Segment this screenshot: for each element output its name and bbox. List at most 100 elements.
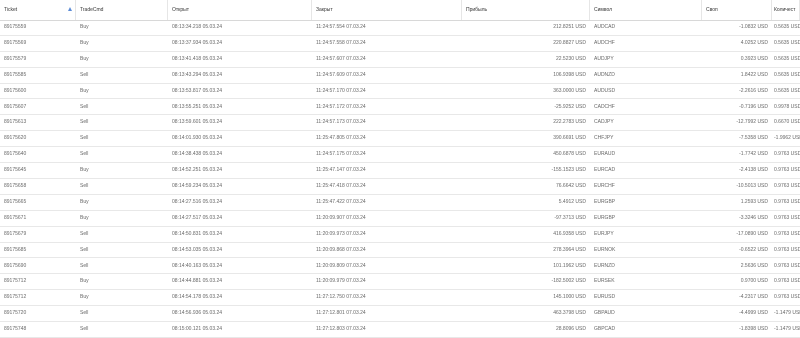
quantity-cell: 0.9763 USD: [774, 183, 800, 189]
ticket-cell: 89175640: [4, 151, 27, 158]
opened-cell: 08:14:52.251 05.03.24: [172, 167, 223, 174]
table-row[interactable]: 89175559 Buy 08:13:34.218 05.03.24 11:24:57…: [0, 20, 800, 36]
opened-cell: 08:14:44.881 05.03.24: [172, 278, 223, 285]
profit-cell: 220.8827 USD: [553, 39, 586, 46]
tradecmd-cell: Buy: [80, 39, 89, 46]
swap-cell: -0.6522 USD: [739, 246, 768, 253]
profit-cell: 28.8096 USD: [555, 326, 586, 333]
tradecmd-cell: Sell: [80, 71, 89, 78]
ticket-cell: 89175620: [4, 135, 27, 142]
table-row[interactable]: 89175712 Buy 08:14:44.881 05.03.24 11:20:09…: [0, 274, 800, 291]
table-row[interactable]: 89175607 Sell 08:13:55.251 05.03.24 11:24:5…: [0, 100, 800, 116]
profit-cell: 450.6878 USD: [553, 151, 586, 158]
closed-cell: 11:25:47.147 07.03.24: [316, 167, 366, 174]
table-row[interactable]: 89175613 Sell 08:13:59.601 05.03.24 11:24:5…: [0, 115, 800, 132]
column-header-tradecmd[interactable]: TradeCmd: [76, 0, 168, 20]
tradecmd-cell: Sell: [80, 246, 89, 253]
closed-cell: 11:24:57.609 07.03.24: [316, 71, 366, 78]
closed-cell: 11:20:09.809 07.03.24: [316, 262, 366, 269]
table-row[interactable]: 89175640 Sell 08:14:38.438 05.03.24 11:24:5…: [0, 147, 800, 164]
tradecmd-cell: Sell: [80, 183, 89, 189]
swap-cell: -2.2616 USD: [739, 87, 768, 94]
symbol-cell: EURJPY: [594, 230, 614, 237]
table-row[interactable]: 89175685 Sell 08:14:53.035 05.03.24 11:20:0…: [0, 243, 800, 259]
quantity-cell: 0.5635 USD: [774, 87, 800, 94]
sort-ascending-icon[interactable]: [68, 7, 72, 11]
ticket-cell: 89175685: [4, 246, 27, 253]
ticket-cell: 89175658: [4, 183, 27, 189]
profit-cell: 212.8251 USD: [553, 24, 586, 30]
column-header-ticket[interactable]: Ticket: [0, 0, 76, 20]
symbol-cell: CADJPY: [594, 119, 614, 126]
profit-cell: -182.5002 USD: [551, 278, 586, 285]
symbol-cell: EURAUD: [594, 151, 616, 158]
table-row[interactable]: 89175645 Buy 08:14:52.251 05.03.24 11:25:47…: [0, 163, 800, 179]
column-header-swap[interactable]: Своп: [702, 0, 772, 20]
table-row[interactable]: 89175712 Buy 08:14:54.178 05.03.24 11:27:12…: [0, 290, 800, 307]
closed-cell: 11:24:57.558 07.03.24: [316, 39, 366, 46]
tradecmd-cell: Sell: [80, 262, 89, 269]
quantity-cell: 0.9763 USD: [774, 246, 800, 253]
column-header-symbol[interactable]: Символ: [590, 0, 702, 20]
table-row[interactable]: 89175690 Sell 08:14:40.163 05.03.24 11:20:0…: [0, 259, 800, 275]
ticket-cell: 89175720: [4, 310, 27, 317]
column-header-profit[interactable]: Прибыль: [462, 0, 590, 20]
quantity-cell: 0.5635 USD: [774, 24, 800, 30]
swap-cell: -7.5358 USD: [739, 135, 768, 142]
quantity-cell: 0.9763 USD: [774, 262, 800, 269]
table-row[interactable]: 89175720 Sell 08:14:56.936 05.03.24 11:27:1…: [0, 306, 800, 323]
profit-cell: 76.6642 USD: [555, 183, 586, 189]
tradecmd-cell: Buy: [80, 167, 89, 174]
symbol-cell: AUDUSD: [594, 87, 616, 94]
opened-cell: 08:13:59.601 05.03.24: [172, 119, 223, 126]
opened-cell: 08:14:27.516 05.03.24: [172, 198, 223, 205]
ticket-cell: 89175600: [4, 87, 27, 94]
ticket-cell: 89175679: [4, 230, 27, 237]
table-row[interactable]: 89175658 Sell 08:14:59.234 05.03.24 11:25:4…: [0, 179, 800, 195]
column-header-quantity[interactable]: Количест: [772, 0, 800, 20]
symbol-cell: AUDNZD: [594, 71, 615, 78]
opened-cell: 08:14:40.163 05.03.24: [172, 262, 223, 269]
ticket-cell: 89175712: [4, 294, 27, 301]
swap-cell: -2.4138 USD: [739, 167, 768, 174]
quantity-cell: 0.9763 USD: [774, 294, 800, 301]
ticket-cell: 89175579: [4, 55, 27, 62]
quantity-cell: 0.5635 USD: [774, 39, 800, 46]
opened-cell: 08:15:00.121 05.03.24: [172, 326, 223, 333]
opened-cell: 08:13:41.418 05.03.24: [172, 55, 223, 62]
quantity-cell: 0.6670 USD: [774, 119, 800, 126]
swap-cell: -1.7742 USD: [739, 151, 768, 158]
swap-cell: 4.0252 USD: [740, 39, 768, 46]
opened-cell: 08:14:38.438 05.03.24: [172, 151, 223, 158]
tradecmd-cell: Sell: [80, 310, 89, 317]
table-row[interactable]: 89175579 Buy 08:13:41.418 05.03.24 11:24:57…: [0, 52, 800, 68]
swap-cell: -3.3246 USD: [739, 214, 768, 221]
swap-cell: -17.0890 USD: [736, 230, 768, 237]
closed-cell: 11:27:12.750 07.03.24: [316, 294, 366, 301]
column-header-opened[interactable]: Открыт: [168, 0, 312, 20]
ticket-cell: 89175569: [4, 39, 27, 46]
closed-cell: 11:24:57.170 07.03.24: [316, 87, 366, 94]
quantity-cell: 0.9763 USD: [774, 278, 800, 285]
table-row[interactable]: 89175600 Buy 08:13:53.817 05.03.24 11:24:57…: [0, 84, 800, 100]
swap-cell: -4.4999 USD: [739, 310, 768, 317]
table-row[interactable]: 89175569 Buy 08:13:37.934 05.03.24 11:24:57…: [0, 36, 800, 52]
swap-cell: -10.5013 USD: [736, 183, 768, 189]
profit-cell: 101.1962 USD: [553, 262, 586, 269]
opened-cell: 08:14:53.035 05.03.24: [172, 246, 223, 253]
profit-cell: 5.4912 USD: [558, 198, 586, 205]
tradecmd-cell: Sell: [80, 135, 89, 142]
ticket-cell: 89175607: [4, 103, 27, 110]
table-row[interactable]: 89175679 Sell 08:14:50.831 05.03.24 11:20:0…: [0, 227, 800, 243]
table-row[interactable]: 89175665 Buy 08:14:27.516 05.03.24 11:25:47…: [0, 195, 800, 211]
column-header-closed[interactable]: Закрыт: [312, 0, 462, 20]
symbol-cell: EURGBP: [594, 198, 616, 205]
table-row[interactable]: 89175620 Sell 08:14:01.930 05.03.24 11:25:4…: [0, 131, 800, 148]
table-row[interactable]: 89175671 Buy 08:14:27.517 05.03.24 11:20:09…: [0, 211, 800, 227]
swap-cell: -0.7196 USD: [739, 103, 768, 110]
symbol-cell: EURCAD: [594, 167, 616, 174]
tradecmd-cell: Sell: [80, 119, 89, 126]
table-row[interactable]: 89175748 Sell 08:15:00.121 05.03.24 11:27:1…: [0, 322, 800, 338]
closed-cell: 11:24:57.175 07.03.24: [316, 151, 366, 158]
table-row[interactable]: 89175585 Sell 08:13:43.294 05.03.24 11:24:5…: [0, 68, 800, 84]
